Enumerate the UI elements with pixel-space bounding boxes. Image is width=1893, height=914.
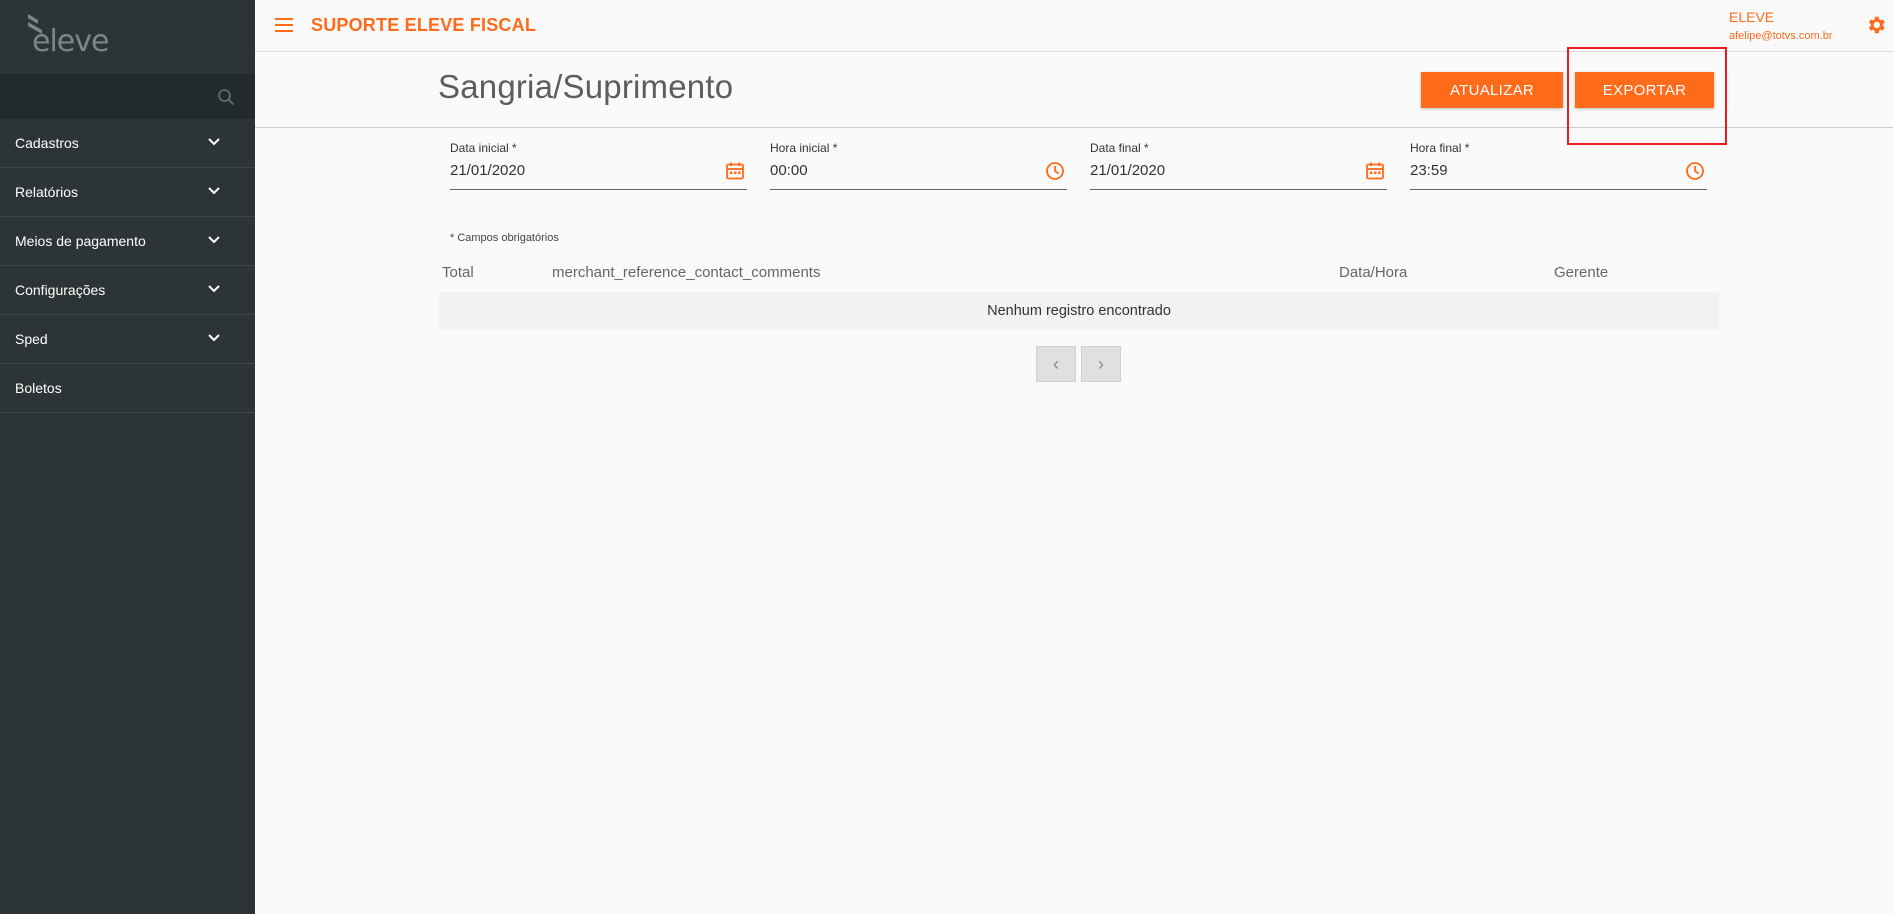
atualizar-button[interactable]: ATUALIZAR [1421, 72, 1563, 108]
sidebar-search [0, 74, 255, 119]
data-final-label: Data final * [1090, 141, 1149, 155]
chevron-down-icon [208, 138, 220, 146]
sidebar-item-relatorios[interactable]: Relatórios [0, 168, 255, 217]
hora-final-input[interactable] [1410, 159, 1670, 181]
sidebar-item-meios-de-pagamento[interactable]: Meios de pagamento [0, 217, 255, 266]
user-name: ELEVE [1729, 9, 1775, 25]
chevron-down-icon [208, 334, 220, 342]
hora-inicial-input[interactable] [770, 159, 1030, 181]
logo: eleve [0, 0, 255, 74]
sidebar-item-cadastros[interactable]: Cadastros [0, 119, 255, 168]
hora-inicial-label: Hora inicial * [770, 141, 838, 155]
sidebar-search-input[interactable] [0, 74, 210, 119]
logo-text: eleve [32, 24, 109, 59]
hamburger-menu-icon[interactable] [275, 18, 293, 32]
data-inicial-input[interactable] [450, 159, 710, 181]
sidebar-item-sped[interactable]: Sped [0, 315, 255, 364]
column-header-comments[interactable]: merchant_reference_contact_comments [552, 264, 820, 281]
chevron-down-icon [208, 236, 220, 244]
clock-icon[interactable] [1685, 161, 1705, 181]
sidebar: eleve Cadastros Relatórios Meios de paga… [0, 0, 255, 914]
calendar-icon[interactable] [1365, 161, 1385, 181]
sidebar-item-label: Boletos [15, 380, 62, 396]
data-inicial-field: Data inicial * [450, 140, 747, 190]
chevron-right-icon: › [1098, 353, 1104, 374]
sidebar-item-label: Cadastros [15, 135, 79, 151]
chevron-down-icon [208, 187, 220, 195]
table-empty-row: Nenhum registro encontrado [439, 292, 1719, 330]
sidebar-item-boletos[interactable]: Boletos [0, 364, 255, 413]
chevron-down-icon [208, 285, 220, 293]
sidebar-item-label: Relatórios [15, 184, 79, 200]
sidebar-item-label: Sped [15, 331, 48, 347]
gear-icon[interactable] [1865, 14, 1887, 36]
page-heading: Sangria/Suprimento ATUALIZAR EXPORTAR [255, 52, 1893, 128]
column-header-gerente[interactable]: Gerente [1554, 264, 1608, 281]
app-title: SUPORTE ELEVE FISCAL [311, 15, 537, 35]
data-inicial-label: Data inicial * [450, 141, 517, 155]
clock-icon[interactable] [1045, 161, 1065, 181]
hora-final-field: Hora final * [1410, 140, 1707, 190]
column-header-total[interactable]: Total [442, 264, 474, 281]
sidebar-item-label: Meios de pagamento [15, 233, 146, 249]
calendar-icon[interactable] [725, 161, 745, 181]
exportar-button[interactable]: EXPORTAR [1575, 72, 1714, 108]
data-final-input[interactable] [1090, 159, 1350, 181]
next-page-button[interactable]: › [1081, 346, 1121, 382]
data-final-field: Data final * [1090, 140, 1387, 190]
column-header-data-hora[interactable]: Data/Hora [1339, 264, 1407, 281]
top-header: SUPORTE ELEVE FISCAL ELEVE afelipe@totvs… [255, 0, 1893, 52]
page-title: Sangria/Suprimento [438, 68, 734, 105]
hora-final-label: Hora final * [1410, 141, 1470, 155]
sidebar-item-label: Configurações [15, 282, 106, 298]
empty-message: Nenhum registro encontrado [987, 303, 1171, 319]
prev-page-button[interactable]: ‹ [1036, 346, 1076, 382]
search-icon[interactable] [217, 88, 235, 106]
required-fields-note: * Campos obrigatórios [450, 232, 559, 244]
user-email: afelipe@totvs.com.br [1729, 30, 1833, 42]
hora-inicial-field: Hora inicial * [770, 140, 1067, 190]
chevron-left-icon: ‹ [1053, 353, 1059, 374]
sidebar-item-configuracoes[interactable]: Configurações [0, 266, 255, 315]
